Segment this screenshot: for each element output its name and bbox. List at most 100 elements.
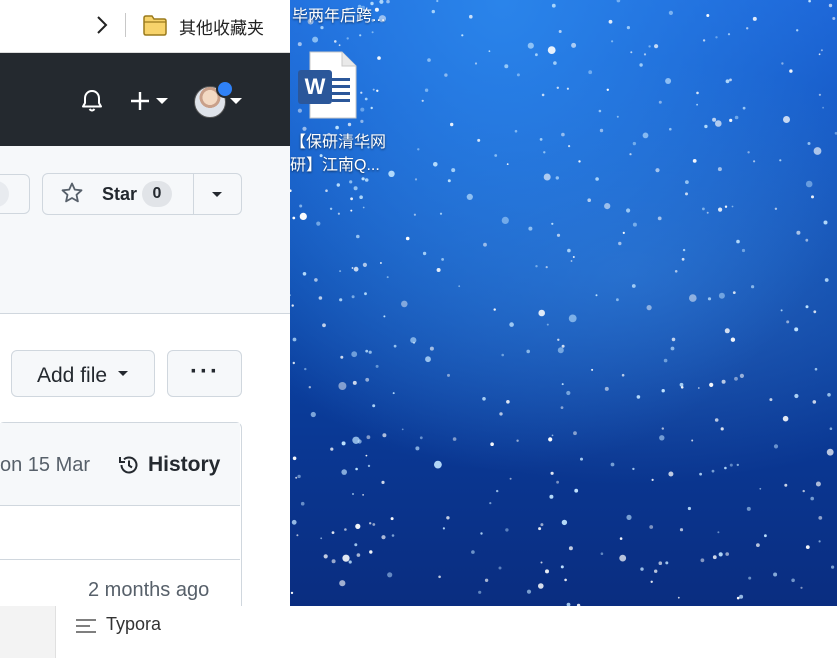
other-bookmarks-folder[interactable]: 其他收藏夹 [179, 14, 264, 39]
wallpaper-particle [580, 457, 583, 461]
wallpaper-particle [493, 308, 496, 311]
wallpaper-particle [477, 138, 481, 142]
wallpaper-particle [339, 270, 342, 273]
wallpaper-particle [679, 528, 684, 532]
wallpaper-particle [310, 411, 316, 418]
wallpaper-particle [724, 328, 730, 334]
wallpaper-particle [548, 437, 553, 442]
wallpaper-particle [390, 517, 394, 521]
wallpaper-particle [746, 27, 749, 30]
wallpaper-particle [367, 464, 371, 468]
menu-lines-icon[interactable] [75, 618, 97, 634]
wallpaper-particle [480, 532, 483, 535]
wallpaper-particle [568, 546, 573, 551]
watch-button[interactable] [0, 174, 30, 214]
wallpaper-particle [654, 569, 658, 573]
wallpaper-particle [717, 531, 720, 534]
wallpaper-particle [820, 49, 823, 52]
wallpaper-particle [598, 109, 602, 113]
wallpaper-particle [370, 106, 373, 110]
wallpaper-particle [501, 216, 509, 224]
plus-icon[interactable] [129, 90, 151, 112]
desktop-icon-label-top[interactable]: 毕两年后跨... [292, 2, 385, 26]
wallpaper-particle [682, 248, 686, 252]
wallpaper-particle [292, 456, 297, 461]
wallpaper-particle [344, 528, 347, 531]
wallpaper-particle [436, 0, 439, 3]
wallpaper-particle [551, 222, 554, 225]
wallpaper-particle [718, 292, 725, 299]
chevron-right-icon[interactable] [92, 14, 112, 36]
wallpaper-particle [362, 494, 364, 496]
wallpaper-particle [452, 437, 457, 441]
wallpaper-particle [421, 99, 424, 102]
wallpaper-particle [604, 386, 609, 391]
typora-taskbar-item[interactable]: Typora [106, 614, 161, 635]
bell-icon[interactable] [80, 88, 104, 114]
wallpaper-particle [352, 436, 360, 444]
wallpaper-particle [618, 241, 622, 246]
wallpaper-particle [439, 212, 443, 215]
wallpaper-particle [729, 78, 732, 82]
wallpaper-particle [823, 220, 828, 225]
wallpaper-particle [746, 506, 751, 511]
status-dot-icon [216, 80, 234, 98]
wallpaper-particle [302, 272, 307, 276]
wallpaper-particle [727, 33, 731, 36]
wallpaper-particle [782, 415, 789, 422]
wallpaper-particle [805, 545, 810, 549]
wallpaper-particle [691, 439, 694, 442]
wallpaper-particle [665, 561, 669, 565]
wallpaper-particle [382, 433, 387, 438]
wallpaper-particle [375, 364, 379, 368]
folder-icon[interactable] [142, 13, 168, 37]
wallpaper-particle [669, 127, 672, 131]
wallpaper-particle [458, 285, 461, 288]
last-commit-date[interactable]: on 15 Mar [0, 454, 90, 477]
wallpaper-particle [818, 540, 821, 543]
wallpaper-particle [292, 361, 295, 365]
wallpaper-particle [447, 179, 451, 183]
wallpaper-particle [711, 469, 715, 473]
wallpaper-particle [478, 590, 482, 594]
add-file-label: Add file [37, 364, 108, 387]
wallpaper-particle [626, 208, 631, 213]
wallpaper-particle [386, 276, 389, 279]
wallpaper-particle [483, 242, 487, 247]
wallpaper-particle [632, 222, 637, 227]
wallpaper-particle [538, 527, 542, 531]
wallpaper-particle [587, 198, 591, 202]
desktop-icon-label-line2: 研】江南Q... [290, 157, 380, 174]
wallpaper-particle [729, 118, 733, 122]
user-menu-caret-icon[interactable] [230, 98, 242, 104]
wallpaper-particle [685, 180, 689, 185]
create-menu-caret-icon[interactable] [156, 98, 168, 104]
wallpaper-particle [831, 565, 835, 569]
wallpaper-particle [490, 442, 494, 447]
history-link[interactable]: History [148, 453, 220, 477]
wallpaper-particle [616, 115, 619, 118]
wallpaper-particle [813, 310, 817, 314]
wallpaper-particle [359, 195, 363, 199]
wallpaper-particle [417, 148, 420, 151]
wallpaper-particle [661, 427, 664, 430]
history-icon[interactable] [117, 453, 141, 477]
wallpaper-particle [661, 389, 665, 393]
wallpaper-particle [509, 322, 514, 327]
wallpaper-particle [488, 50, 491, 53]
wallpaper-particle [334, 40, 337, 43]
wallpaper-particle [351, 295, 355, 299]
star-list-dropdown[interactable] [192, 173, 242, 215]
wallpaper-particle [692, 159, 697, 163]
word-document-icon[interactable]: W [296, 50, 360, 120]
wallpaper-particle [290, 591, 294, 595]
wallpaper-particle [671, 337, 676, 342]
wallpaper-particle [551, 434, 554, 437]
wallpaper-particle [474, 62, 478, 65]
desktop-icon-label[interactable]: 【保研清华网 研】江南Q... [290, 131, 390, 177]
wallpaper-particle [712, 555, 717, 560]
wallpaper-particle [640, 567, 644, 571]
wallpaper-particle [504, 64, 509, 69]
wallpaper-particle [827, 393, 831, 397]
wallpaper-particle [706, 14, 710, 17]
